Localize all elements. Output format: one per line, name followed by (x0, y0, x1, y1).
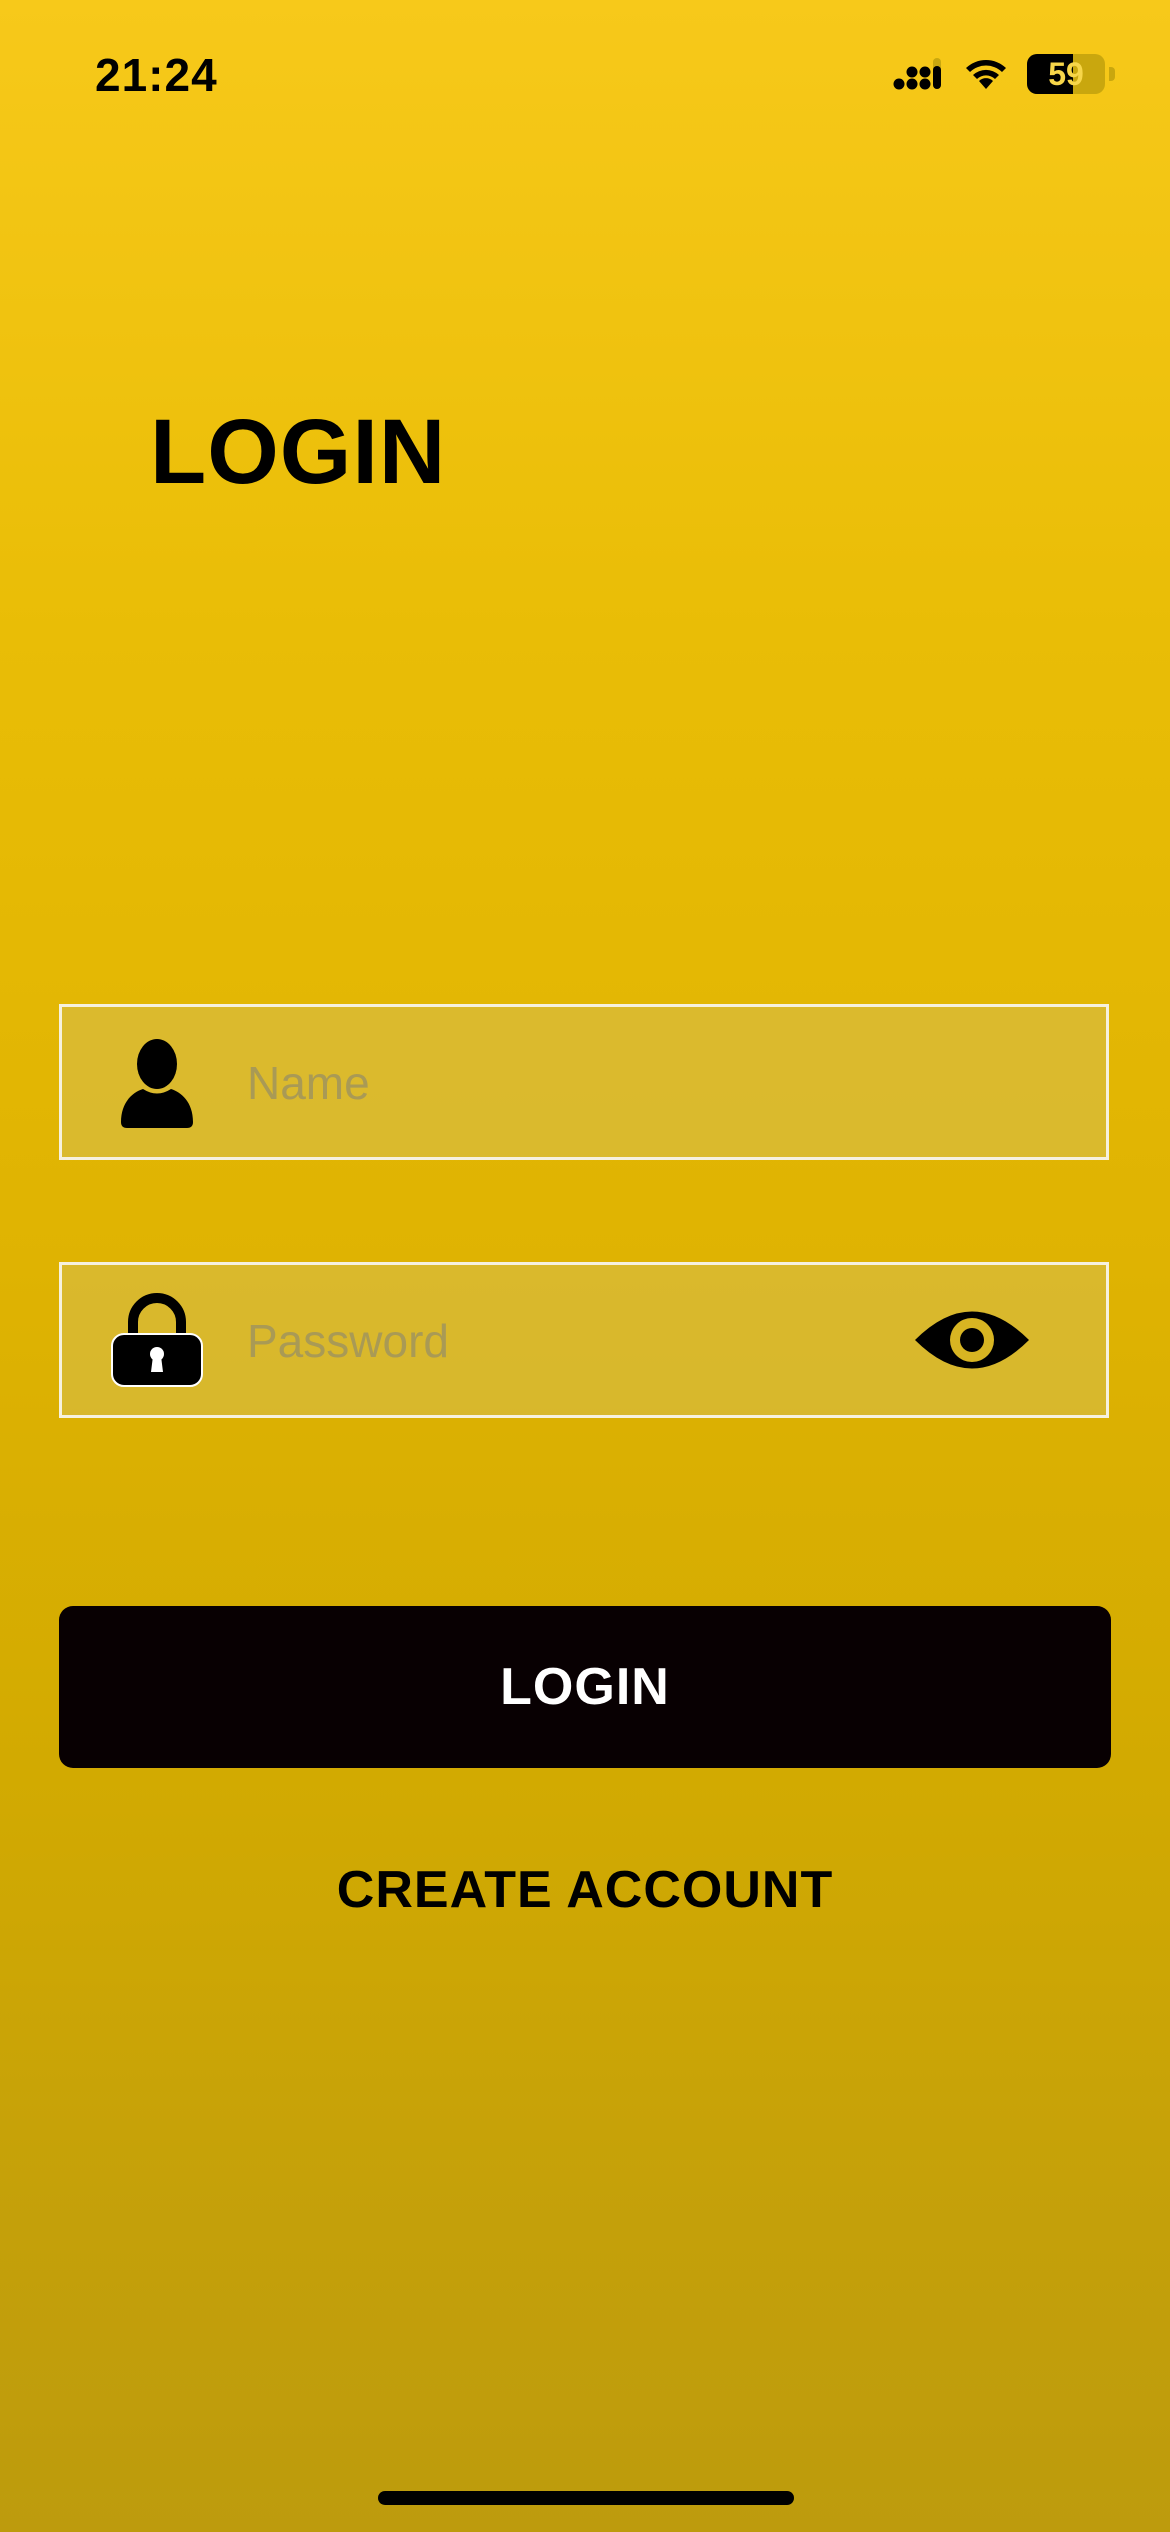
page-title: LOGIN (150, 401, 447, 503)
home-indicator (378, 2491, 794, 2505)
password-field[interactable] (59, 1262, 1109, 1418)
eye-icon[interactable] (913, 1297, 1031, 1383)
battery-cap (1109, 67, 1115, 81)
user-icon (121, 1039, 193, 1128)
status-time: 21:24 (95, 49, 218, 101)
name-input[interactable] (247, 1035, 947, 1131)
create-account-link[interactable]: CREATE ACCOUNT (0, 1860, 1170, 1920)
lock-icon (111, 1293, 203, 1387)
cellular-signal-icon (893, 58, 941, 90)
login-button[interactable]: LOGIN (59, 1606, 1111, 1768)
battery-icon: 59 (1027, 54, 1105, 94)
name-field[interactable] (59, 1004, 1109, 1160)
status-bar: 21:24 59 (0, 0, 1170, 150)
password-input[interactable] (247, 1293, 947, 1389)
battery-percent: 59 (1048, 55, 1084, 92)
status-icons: 59 (893, 52, 1115, 96)
wifi-icon (966, 60, 1006, 89)
